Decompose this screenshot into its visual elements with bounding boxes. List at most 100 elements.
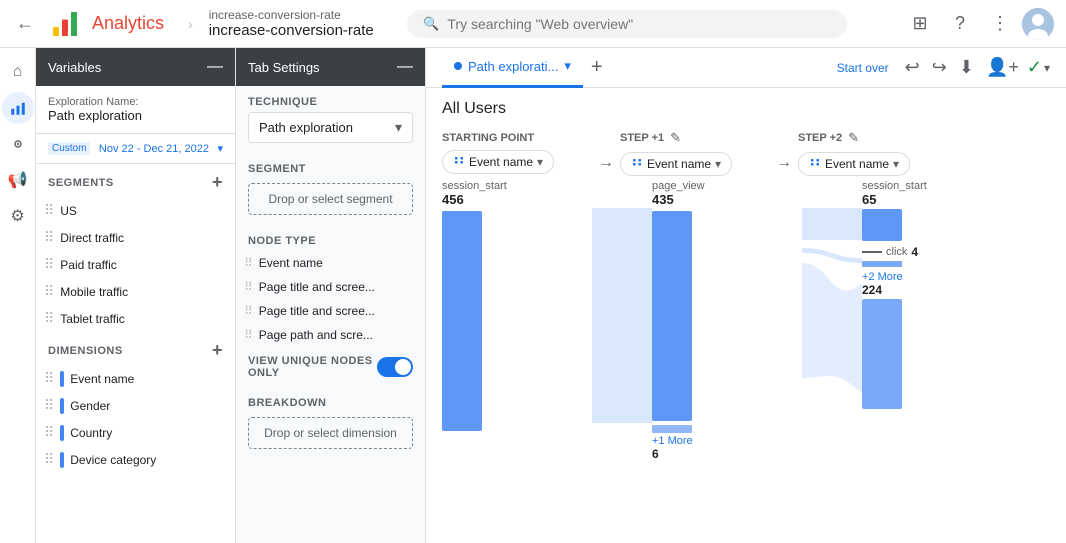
starting-point-header: STARTING POINT [442,132,592,144]
add-dimension-button[interactable]: + [212,340,223,361]
dimension-item-country[interactable]: ⠿ Country [36,419,235,446]
dimension-item-device-category[interactable]: ⠿ Device category [36,446,235,473]
dimension-item-gender[interactable]: ⠿ Gender [36,392,235,419]
view-unique-toggle[interactable] [377,357,413,377]
segment-label: Paid traffic [60,258,116,272]
sidebar-item-home[interactable]: ⌂ [2,56,34,88]
node-type-page-title-2[interactable]: ⠿ Page title and scree... [236,299,425,323]
node-1-event: page_view [652,180,705,192]
node-type-page-title-1[interactable]: ⠿ Page title and scree... [236,275,425,299]
bar-2-1 [862,261,902,267]
tab-settings-panel: Tab Settings — TECHNIQUE Path exploratio… [236,48,426,543]
step1-selector[interactable]: Event name ▾ [620,152,732,176]
drag-icon: ⠿ [244,256,253,270]
node-2-2-event[interactable]: +2 More [862,271,903,283]
tab-path-exploration[interactable]: Path explorati... ▾ [442,48,583,88]
step2-edit-icon[interactable]: ✎ [848,130,859,146]
help-button[interactable]: ? [942,6,978,42]
segment-label: SEGMENT [236,153,425,179]
sidebar-item-explore[interactable] [2,128,34,160]
segment-item-us[interactable]: ⠿ US [36,197,235,224]
apps-button[interactable]: ⊞ [902,6,938,42]
share-button[interactable]: 👤+ [982,53,1023,82]
tab-settings-header: Tab Settings — [236,48,425,86]
top-navigation: ← Analytics › increase-conversion-rate i… [0,0,1066,48]
view-unique-nodes-toggle-row: VIEW UNIQUE NODES ONLY [236,347,425,387]
back-button[interactable]: ← [12,9,38,38]
step1-edit-icon[interactable]: ✎ [670,130,681,146]
node-2-0-count: 65 [862,192,927,207]
bar-0 [442,211,482,431]
node-2-0-event: session_start [862,180,927,192]
node-type-label: NODE TYPE [236,225,425,251]
exploration-title: All Users [442,100,1050,118]
segment-item-paid-traffic[interactable]: ⠿ Paid traffic [36,251,235,278]
segment-item-direct-traffic[interactable]: ⠿ Direct traffic [36,224,235,251]
starting-point-dropdown: ▾ [537,155,543,169]
node-type-event-name[interactable]: ⠿ Event name [236,251,425,275]
search-input[interactable] [447,16,831,32]
search-bar[interactable]: 🔍 [407,10,847,38]
node-1-more-label[interactable]: +1 More [652,435,693,447]
drag-icon: ⠿ [44,451,54,468]
undo-button[interactable]: ↩ [901,53,924,82]
starting-point-column: STARTING POINT Event name ▾ [442,132,592,174]
bar-2-0 [862,209,902,241]
drag-icon: ⠿ [44,283,54,300]
step2-dropdown: ▾ [893,157,899,171]
custom-badge: Custom [48,142,90,155]
drag-icon: ⠿ [44,397,54,414]
segments-section-header: SEGMENTS + [36,164,235,197]
segment-drop-placeholder: Drop or select segment [268,192,392,206]
analytics-brand-icon [50,9,80,39]
add-segment-button[interactable]: + [212,172,223,193]
sidebar-item-reports[interactable] [2,92,34,124]
sankey-col-0: session_start 456 [442,180,592,431]
sidebar-item-advertise[interactable]: 📢 [2,164,34,196]
start-over-button[interactable]: Start over [829,57,897,79]
download-button[interactable]: ⬇ [955,53,978,82]
steps-header: STARTING POINT Event name ▾ → STEP +1 ✎ [442,130,1050,176]
sankey-col-1: page_view 435 +1 More 6 [652,180,802,461]
node-type-label: Page path and scre... [259,328,373,342]
add-tab-button[interactable]: + [591,56,603,79]
check-status-button[interactable]: ✓ ▾ [1027,57,1050,78]
check-icon: ✓ [1027,57,1042,78]
view-unique-label: VIEW UNIQUE NODES ONLY [248,355,373,379]
tab-indicator [454,62,462,70]
segment-item-tablet-traffic[interactable]: ⠿ Tablet traffic [36,305,235,332]
segment-drop-zone[interactable]: Drop or select segment [248,183,413,215]
bar-1 [652,211,692,421]
step2-selector[interactable]: Event name ▾ [798,152,910,176]
more-options-button[interactable]: ⋮ [982,6,1018,42]
tab-settings-title: Tab Settings [248,60,320,75]
icon-sidebar: ⌂ 📢 ⚙ [0,48,36,543]
node-2-2-count: 224 [862,283,903,297]
dimension-label: Device category [70,453,156,467]
segment-label: Direct traffic [60,231,124,245]
arrow-right-icon: → [598,154,614,171]
dimensions-section-header: DIMENSIONS + [36,332,235,365]
user-avatar[interactable] [1022,8,1054,40]
step1-dropdown: ▾ [715,157,721,171]
dimension-label: Country [70,426,112,440]
step2-label: STEP +2 [798,132,842,144]
technique-selector[interactable]: Path exploration ▾ [248,112,413,143]
segment-item-mobile-traffic[interactable]: ⠿ Mobile traffic [36,278,235,305]
segments-title: SEGMENTS [48,177,114,189]
variables-minimize-button[interactable]: — [207,58,223,76]
dimension-item-event-name[interactable]: ⠿ Event name [36,365,235,392]
breakdown-drop-zone[interactable]: Drop or select dimension [248,417,413,449]
search-icon: 🔍 [423,16,439,32]
node-2-0-label: session_start 65 [862,180,927,207]
starting-point-selector[interactable]: Event name ▾ [442,150,554,174]
tab-settings-minimize-button[interactable]: — [397,58,413,76]
bar-2-2 [862,299,902,409]
starting-point-event-label: Event name [469,155,533,169]
node-type-page-path[interactable]: ⠿ Page path and scre... [236,323,425,347]
sidebar-item-configure[interactable]: ⚙ [2,200,34,232]
redo-button[interactable]: ↪ [928,53,951,82]
dimensions-list: ⠿ Event name ⠿ Gender ⠿ Country ⠿ Device… [36,365,235,473]
drag-icon: ⠿ [44,229,54,246]
date-range-selector[interactable]: Custom Nov 22 - Dec 21, 2022 ▾ [36,134,235,164]
